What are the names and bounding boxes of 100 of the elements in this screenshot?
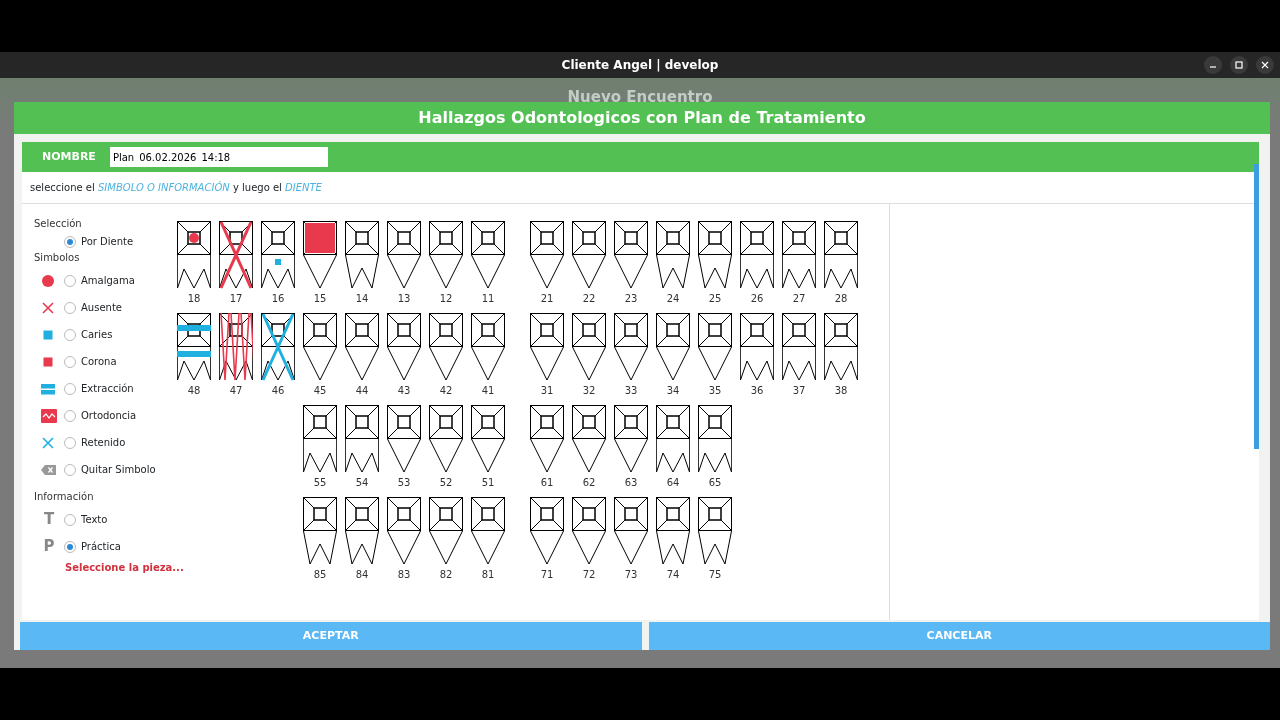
tooth-icon[interactable] [303,313,337,381]
tooth-icon[interactable] [782,313,816,381]
section-heading: Información [34,491,94,502]
tooth-icon[interactable] [656,405,690,473]
tooth-icon[interactable] [530,497,564,565]
tooth-icon[interactable] [177,221,211,289]
tooth-icon[interactable] [261,221,295,289]
tooth-icon[interactable] [614,497,648,565]
tooth-icon[interactable] [698,497,732,565]
tooth-number: 61 [540,476,554,489]
tooth-icon[interactable] [219,313,253,381]
minimize-button[interactable] [1204,56,1222,74]
tooth-icon[interactable] [303,497,337,565]
name-field[interactable]: Plan_06.02.2026_14:18 [109,147,328,167]
section-heading: Selección [34,218,82,229]
tooth-icon[interactable] [345,405,379,473]
dialog-title: Hallazgos Odontologicos con Plan de Tratamiento [418,107,866,129]
tooth-number: 14 [355,292,369,305]
option-label[interactable]: Extracción [81,381,134,396]
tooth-icon[interactable] [471,313,505,381]
radio-button[interactable] [64,436,76,449]
tooth-icon[interactable] [740,313,774,381]
radio-button[interactable] [64,513,76,526]
tooth-icon[interactable] [698,313,732,381]
scrollbar-thumb[interactable] [1254,164,1259,449]
tooth-icon[interactable] [824,313,858,381]
option-label[interactable]: Corona [81,354,117,369]
tooth-number: 85 [313,568,327,581]
radio-button[interactable] [64,540,76,553]
radio-button[interactable] [64,463,76,476]
tooth-icon[interactable] [572,405,606,473]
tooth-icon[interactable] [614,313,648,381]
tooth-icon[interactable] [614,405,648,473]
tooth-icon[interactable] [614,221,648,289]
option-label[interactable]: Retenido [81,435,126,450]
radio-button[interactable] [64,355,76,368]
tooth-number: 17 [229,292,243,305]
maximize-button[interactable] [1230,56,1248,74]
tooth-icon[interactable] [303,221,337,289]
tooth-number: 55 [313,476,327,489]
option-label[interactable]: Práctica [81,539,121,554]
option-label[interactable]: Ausente [81,300,122,315]
tooth-icon[interactable] [429,221,463,289]
radio-button[interactable] [64,274,76,287]
tooth-icon[interactable] [387,497,421,565]
radio-button[interactable] [64,301,76,314]
tooth-number: 11 [481,292,495,305]
tooth-icon[interactable] [429,405,463,473]
tooth-icon[interactable] [656,497,690,565]
tooth-icon[interactable] [429,497,463,565]
tooth-icon[interactable] [782,221,816,289]
tooth-icon[interactable] [387,405,421,473]
tooth-number: 23 [624,292,638,305]
tooth-icon[interactable] [387,221,421,289]
tooth-icon[interactable] [698,221,732,289]
tooth-icon[interactable] [530,405,564,473]
tooth-icon[interactable] [572,497,606,565]
option-label[interactable]: Amalgama [81,273,135,288]
tooth-icon[interactable] [656,221,690,289]
tooth-icon[interactable] [345,221,379,289]
tooth-icon[interactable] [345,497,379,565]
name-label: NOMBRE [42,148,96,165]
option-label[interactable]: Quitar Simbolo [81,462,156,477]
tooth-icon[interactable] [471,405,505,473]
tooth-number: 36 [750,384,764,397]
tooth-icon[interactable] [824,221,858,289]
radio-button[interactable] [64,235,76,248]
tooth-icon[interactable] [387,313,421,381]
tooth-icon[interactable] [572,313,606,381]
tooth-icon[interactable] [261,313,295,381]
close-button[interactable] [1256,56,1274,74]
tooth-icon[interactable] [740,221,774,289]
tooth-icon[interactable] [303,405,337,473]
option-label[interactable]: Por Diente [81,234,134,249]
option-label[interactable]: Ortodoncia [81,408,137,423]
tooth-number: 44 [355,384,369,397]
tooth-icon[interactable] [345,313,379,381]
tooth-icon[interactable] [656,313,690,381]
tooth-icon[interactable] [530,221,564,289]
tooth-icon[interactable] [177,313,211,381]
close-icon [1261,61,1269,69]
tooth-number: 24 [666,292,680,305]
tooth-icon[interactable] [572,221,606,289]
radio-button[interactable] [64,409,76,422]
radio-button[interactable] [64,382,76,395]
tooth-icon[interactable] [429,313,463,381]
tooth-icon[interactable] [471,497,505,565]
tooth-number: 84 [355,568,369,581]
tooth-icon[interactable] [530,313,564,381]
tooth-number: 41 [481,384,495,397]
double-bar-icon [41,381,57,396]
radio-button[interactable] [64,328,76,341]
option-label[interactable]: Caries [81,327,113,342]
tooth-icon[interactable] [698,405,732,473]
tooth-number: 83 [397,568,411,581]
hint-text: Seleccione la pieza... [65,562,184,573]
tooth-number: 13 [397,292,411,305]
option-label[interactable]: Texto [81,512,108,527]
tooth-icon[interactable] [219,221,253,289]
tooth-icon[interactable] [471,221,505,289]
